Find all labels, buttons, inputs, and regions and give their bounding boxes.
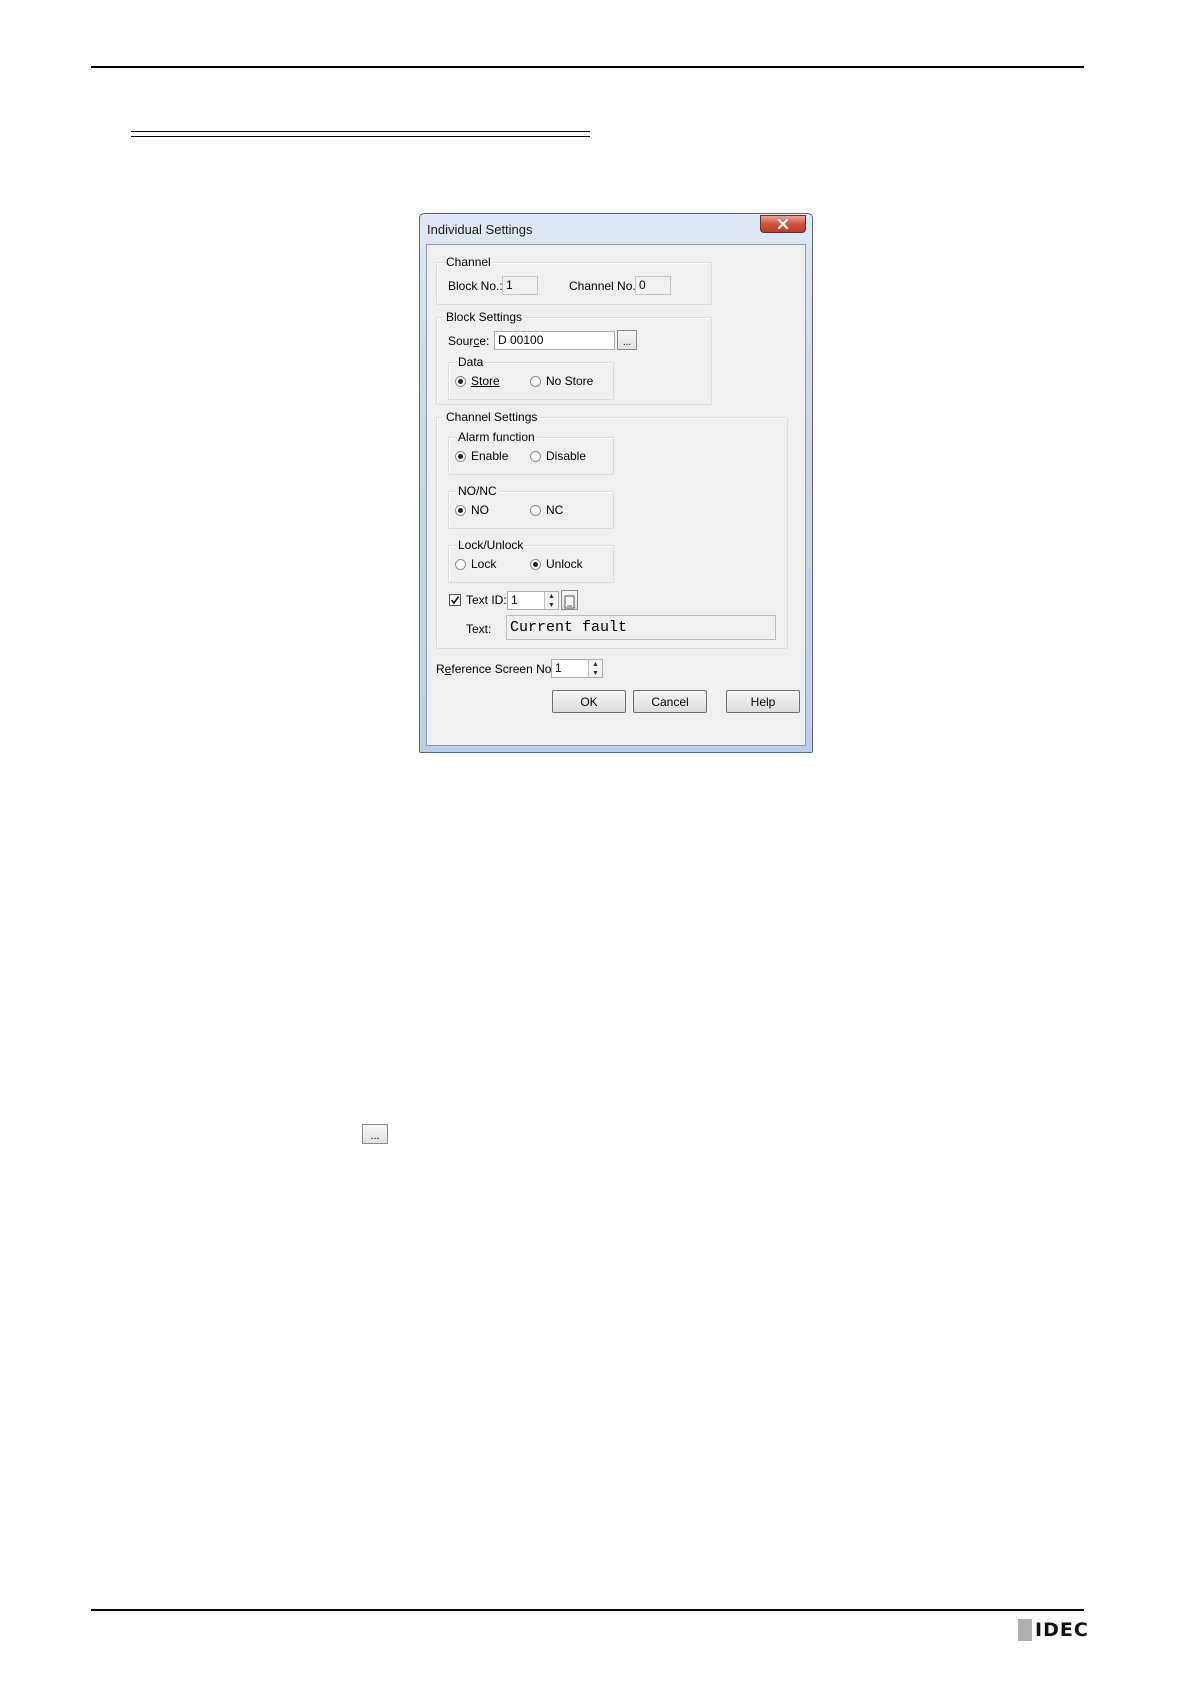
radio-disable-label: Disable <box>546 449 587 463</box>
radio-no-store[interactable]: No Store <box>530 374 593 388</box>
text-id-input[interactable]: 1 ▲ ▼ <box>507 591 559 610</box>
radio-no-label: NO <box>471 503 489 517</box>
checkmark-icon <box>450 596 460 605</box>
radio-unlock[interactable]: Unlock <box>530 557 583 571</box>
spin-down-icon: ▼ <box>592 669 599 677</box>
radio-enable-indicator <box>455 450 466 462</box>
idec-logo: IDEC <box>1018 1619 1089 1641</box>
reference-screen-spinner[interactable]: ▲ ▼ <box>588 660 602 677</box>
radio-disable[interactable]: Disable <box>530 449 586 463</box>
footer-rule <box>91 1609 1084 1611</box>
radio-enable[interactable]: Enable <box>455 449 508 463</box>
channel-no-label: Channel No.: <box>569 279 640 293</box>
text-id-spinner[interactable]: ▲ ▼ <box>544 592 558 609</box>
cancel-button[interactable]: Cancel <box>633 690 707 713</box>
alarm-function-group: Alarm function Enable Disable <box>448 430 614 475</box>
radio-store-indicator <box>455 375 466 387</box>
text-id-value: 1 <box>511 593 518 607</box>
radio-lock-indicator <box>455 558 466 570</box>
block-settings-group-label: Block Settings <box>444 310 525 324</box>
radio-lock[interactable]: Lock <box>455 557 496 571</box>
section-heading-rule <box>131 131 590 137</box>
channel-group-label: Channel <box>444 255 493 269</box>
block-no-label: Block No.: <box>448 279 503 293</box>
text-id-checkbox-box <box>449 594 461 606</box>
block-settings-group: Block Settings Source: D 00100 ... Data … <box>436 310 712 405</box>
radio-nc-label: NC <box>546 503 564 517</box>
text-browse-button[interactable] <box>561 590 578 610</box>
title-bar[interactable]: Individual Settings <box>420 214 812 244</box>
dialog-title: Individual Settings <box>427 222 533 237</box>
radio-store[interactable]: Store <box>455 374 500 388</box>
spin-down-icon: ▼ <box>548 601 555 609</box>
radio-unlock-label: Unlock <box>546 557 583 571</box>
reference-screen-input[interactable]: 1 ▲ ▼ <box>551 659 603 678</box>
text-id-label: Text ID: <box>466 593 507 607</box>
radio-no-store-label: No Store <box>546 374 594 388</box>
source-browse-button[interactable]: ... <box>617 330 637 350</box>
radio-no-store-indicator <box>530 375 541 387</box>
data-group-label: Data <box>456 355 486 369</box>
radio-unlock-indicator <box>530 558 541 570</box>
radio-nc-indicator <box>530 504 541 516</box>
spin-up-icon: ▲ <box>592 661 599 668</box>
close-x-icon <box>777 219 789 229</box>
lock-unlock-group: Lock/Unlock Lock Unlock <box>448 538 614 583</box>
source-input[interactable]: D 00100 <box>494 331 615 350</box>
text-label: Text: <box>466 622 492 636</box>
radio-enable-label: Enable <box>471 449 509 463</box>
channel-settings-group-label: Channel Settings <box>444 410 540 424</box>
alarm-function-group-label: Alarm function <box>456 430 537 444</box>
dialog-client-area: Channel Block No.: 1 Channel No.: 0 Bloc… <box>426 244 806 746</box>
channel-settings-group: Channel Settings Alarm function Enable D… <box>436 410 788 649</box>
inline-browse-button-illustration: ... <box>362 1124 388 1144</box>
channel-no-field[interactable]: 0 <box>635 276 671 295</box>
radio-lock-label: Lock <box>471 557 497 571</box>
radio-no[interactable]: NO <box>455 503 489 517</box>
reference-screen-value: 1 <box>555 661 562 675</box>
radio-disable-indicator <box>530 450 541 462</box>
data-group: Data Store No Store <box>448 355 614 400</box>
lock-unlock-group-label: Lock/Unlock <box>456 538 526 552</box>
channel-group: Channel Block No.: 1 Channel No.: 0 <box>436 255 712 305</box>
no-nc-group-label: NO/NC <box>456 484 499 498</box>
ok-button[interactable]: OK <box>552 690 626 713</box>
spin-up-icon: ▲ <box>548 593 555 600</box>
text-id-checkbox[interactable]: Text ID: <box>449 593 507 607</box>
reference-screen-label: Reference Screen No.: <box>436 662 559 676</box>
header-rule <box>91 66 1084 68</box>
radio-nc[interactable]: NC <box>530 503 563 517</box>
text-display-field[interactable]: Current fault <box>506 615 776 640</box>
radio-no-indicator <box>455 504 466 516</box>
help-button[interactable]: Help <box>726 690 800 713</box>
radio-store-label: Store <box>471 374 500 388</box>
no-nc-group: NO/NC NO NC <box>448 484 614 529</box>
source-label: Source: <box>448 334 490 348</box>
close-button[interactable] <box>760 215 806 233</box>
block-no-field[interactable]: 1 <box>502 276 538 295</box>
individual-settings-dialog: Individual Settings Channel Block No.: 1… <box>419 213 813 753</box>
logo-text: IDEC <box>1035 1619 1089 1641</box>
logo-mark <box>1018 1619 1032 1641</box>
text-list-icon <box>564 595 575 609</box>
